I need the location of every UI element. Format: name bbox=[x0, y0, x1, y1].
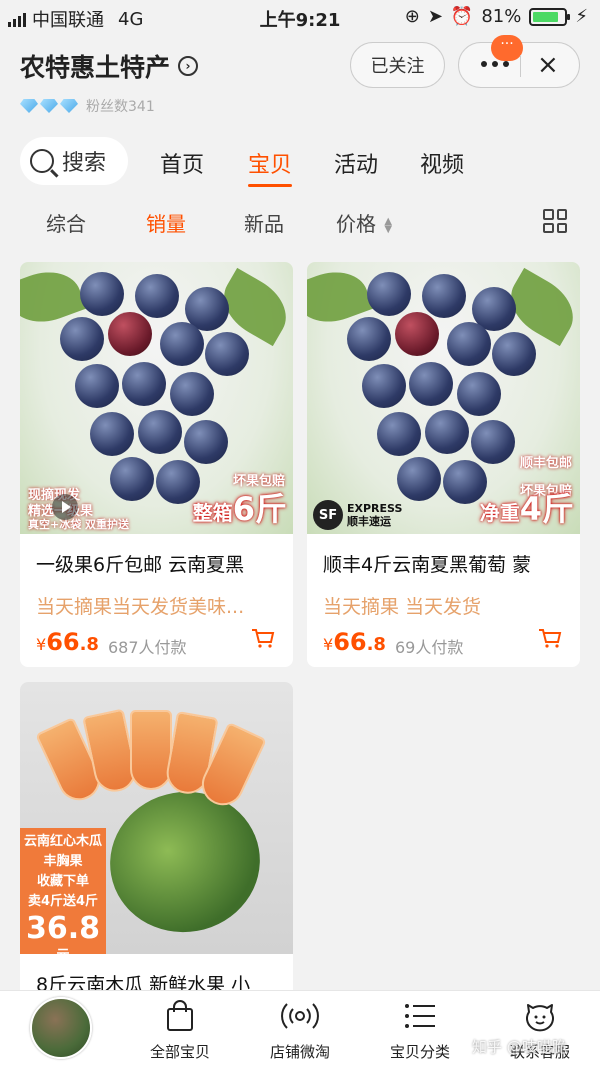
broadcast-icon bbox=[281, 1003, 319, 1029]
watermark: 知乎 @吱喵脆 bbox=[472, 1038, 567, 1056]
status-bar: 中国联通 4G 上午9:21 ⊕ ➤ ⏰ 81% ⚡ bbox=[0, 0, 600, 34]
shop-level-row: 粉丝数341 bbox=[20, 96, 155, 116]
mini-program-capsule: ··· × bbox=[458, 35, 580, 88]
buyer-count: 687人付款 bbox=[108, 638, 187, 657]
rotation-lock-icon: ⊕ bbox=[404, 6, 420, 27]
all-products-button[interactable]: 全部宝贝 bbox=[130, 999, 230, 1062]
follow-button[interactable]: 已关注 bbox=[350, 42, 445, 88]
cart-icon[interactable] bbox=[538, 628, 562, 648]
product-price: ¥66.8 bbox=[323, 628, 386, 656]
sort-new[interactable]: 新品 bbox=[244, 208, 284, 237]
play-icon[interactable] bbox=[52, 494, 78, 520]
product-card[interactable]: 现摘现发 精选一级果 真空+冰袋 双重护送 坏果包赔 整箱6斤 一级果6斤包邮 … bbox=[20, 262, 293, 667]
sf-express-logo: SF EXPRESS 顺丰速运 bbox=[313, 500, 402, 530]
product-price: ¥66.8 bbox=[36, 628, 99, 656]
grid-view-icon[interactable] bbox=[543, 209, 567, 233]
diamond-rating-icon bbox=[20, 99, 78, 113]
product-subtitle: 当天摘果 当天发货 bbox=[323, 596, 482, 618]
product-image: 云南红心木瓜 丰胸果 收藏下单 卖4斤送4斤 36.8元 bbox=[20, 682, 293, 954]
categories-label: 宝贝分类 bbox=[389, 1043, 450, 1061]
overlay-text: 真空+冰袋 双重护送 bbox=[28, 518, 130, 531]
battery-percent: 81% bbox=[481, 6, 522, 27]
alarm-icon: ⏰ bbox=[450, 6, 474, 27]
sort-sales[interactable]: 销量 bbox=[146, 208, 186, 237]
battery-icon bbox=[529, 7, 571, 26]
shop-name: 农特惠土特产 bbox=[20, 53, 171, 82]
shop-feed-button[interactable]: 店铺微淘 bbox=[250, 999, 350, 1062]
tab-videos[interactable]: 视频 bbox=[420, 147, 464, 179]
search-icon bbox=[30, 149, 54, 173]
close-button[interactable]: × bbox=[537, 50, 559, 80]
location-icon: ➤ bbox=[427, 6, 443, 27]
product-image: 顺丰包邮 坏果包赔 净重4斤 SF EXPRESS 顺丰速运 bbox=[307, 262, 580, 534]
product-card[interactable]: 云南红心木瓜 丰胸果 收藏下单 卖4斤送4斤 36.8元 8斤云南木瓜 新鲜水果… bbox=[20, 682, 293, 1002]
product-card[interactable]: 顺丰包邮 坏果包赔 净重4斤 SF EXPRESS 顺丰速运 顺丰4斤云南夏黑葡萄… bbox=[307, 262, 580, 667]
cart-icon[interactable] bbox=[251, 628, 275, 648]
sort-price[interactable]: 价格 ▲ ▼ bbox=[336, 208, 392, 237]
weight-tag: 整箱6斤 bbox=[192, 490, 287, 528]
shop-feed-label: 店铺微淘 bbox=[269, 1043, 330, 1061]
sort-arrows-icon: ▲ ▼ bbox=[384, 215, 393, 235]
more-button[interactable] bbox=[481, 61, 509, 67]
charging-icon: ⚡ bbox=[575, 6, 588, 27]
sort-default[interactable]: 综合 bbox=[46, 208, 86, 237]
all-products-label: 全部宝贝 bbox=[149, 1043, 210, 1061]
shopping-bag-icon bbox=[167, 1000, 193, 1031]
tab-products[interactable]: 宝贝 bbox=[248, 147, 293, 187]
promo-label: 云南红心木瓜 丰胸果 收藏下单 卖4斤送4斤 36.8元 bbox=[20, 828, 106, 954]
status-right: ⊕ ➤ ⏰ 81% ⚡ bbox=[405, 6, 588, 27]
list-icon bbox=[405, 1004, 435, 1028]
shop-name-row[interactable]: 农特惠土特产 › bbox=[20, 48, 199, 84]
fans-count: 粉丝数341 bbox=[86, 99, 155, 115]
product-subtitle: 当天摘果当天发货美味... bbox=[36, 596, 245, 618]
sort-price-label: 价格 bbox=[336, 212, 376, 236]
shop-avatar[interactable] bbox=[30, 997, 92, 1059]
search-button[interactable]: 搜索 bbox=[20, 137, 128, 185]
buyer-count: 69人付款 bbox=[395, 638, 464, 657]
chevron-right-icon: › bbox=[178, 56, 199, 76]
notification-badge: ··· bbox=[491, 35, 523, 61]
search-label: 搜索 bbox=[62, 151, 107, 176]
chat-face-icon bbox=[526, 1004, 554, 1032]
weight-tag: 净重4斤 bbox=[479, 490, 574, 528]
product-title: 顺丰4斤云南夏黑葡萄 蒙 bbox=[323, 554, 532, 576]
categories-button[interactable]: 宝贝分类 bbox=[370, 999, 470, 1062]
overlay-text: 顺丰包邮 bbox=[519, 456, 572, 471]
product-title: 一级果6斤包邮 云南夏黑 bbox=[36, 554, 245, 576]
tab-home[interactable]: 首页 bbox=[160, 147, 204, 179]
product-image: 现摘现发 精选一级果 真空+冰袋 双重护送 坏果包赔 整箱6斤 bbox=[20, 262, 293, 534]
tab-activities[interactable]: 活动 bbox=[334, 147, 378, 179]
